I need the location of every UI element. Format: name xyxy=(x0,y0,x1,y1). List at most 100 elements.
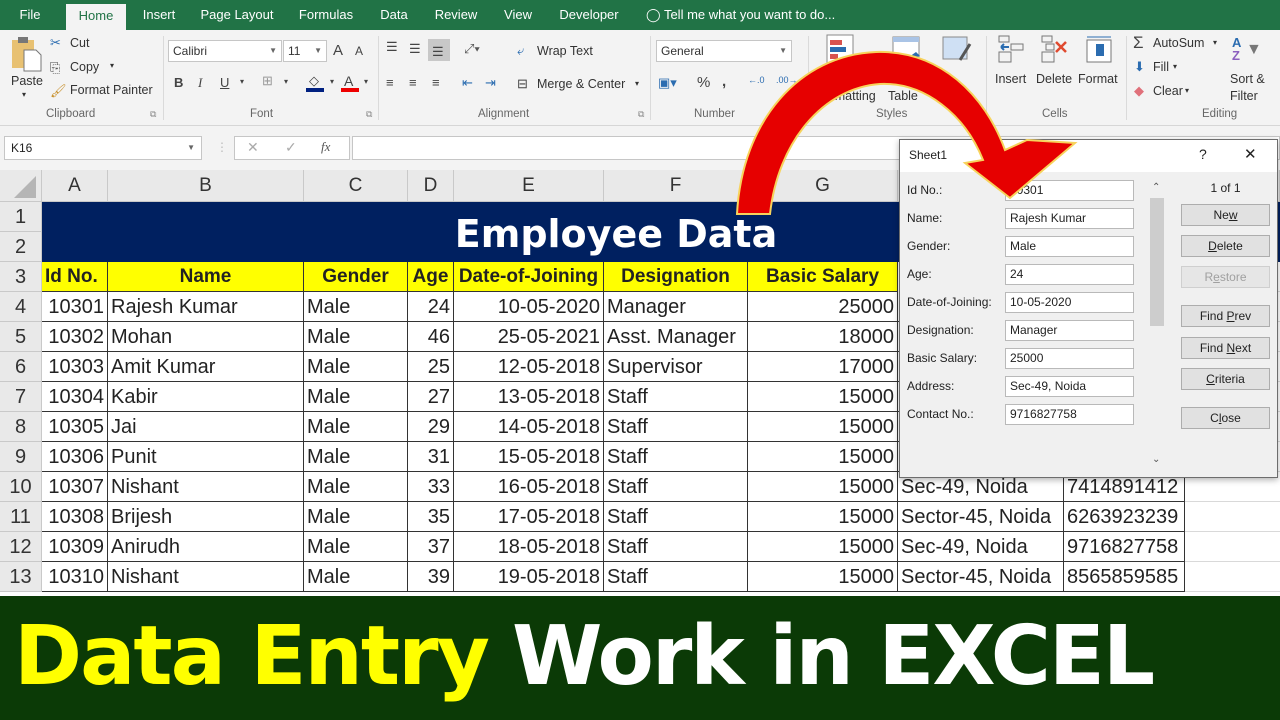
table-cell[interactable]: Kabir xyxy=(108,382,304,412)
dialog-launcher-icon[interactable]: ⧉ xyxy=(150,110,156,119)
insert-function-icon[interactable]: fx xyxy=(321,139,330,155)
chevron-down-icon[interactable]: ▾ xyxy=(284,78,288,86)
table-cell[interactable]: 9716827758 xyxy=(1064,532,1185,562)
borders-icon[interactable]: ⊞ xyxy=(262,74,273,87)
row-header-3[interactable]: 3 xyxy=(0,262,42,292)
table-cell[interactable]: Nishant xyxy=(108,472,304,502)
find-next-button[interactable]: Find Next xyxy=(1181,337,1270,359)
table-cell[interactable]: 16-05-2018 xyxy=(454,472,604,502)
help-button[interactable]: ? xyxy=(1199,146,1207,162)
restore-button[interactable]: Restore xyxy=(1181,266,1270,288)
align-middle-icon[interactable]: ☰ xyxy=(409,42,421,55)
row-header-11[interactable]: 11 xyxy=(0,502,42,532)
table-cell[interactable]: 14-05-2018 xyxy=(454,412,604,442)
chevron-down-icon[interactable]: ▾ xyxy=(240,78,244,86)
table-cell[interactable]: Sector-45, Noida xyxy=(898,562,1064,592)
grow-font-icon[interactable]: A xyxy=(333,43,343,58)
table-cell[interactable]: 46 xyxy=(408,322,454,352)
table-cell[interactable]: 31 xyxy=(408,442,454,472)
table-cell[interactable]: Male xyxy=(304,502,408,532)
tab-data[interactable]: Data xyxy=(374,0,414,30)
decrease-indent-icon[interactable]: ⇤ xyxy=(462,76,473,89)
increase-decimal-icon[interactable]: ←.0 xyxy=(748,76,765,85)
paste-button[interactable]: Paste ▾ xyxy=(8,34,46,100)
header-cell[interactable]: Basic Salary xyxy=(748,262,898,292)
row-header-1[interactable]: 1 xyxy=(0,202,42,232)
cut-button[interactable]: ✂ Cut xyxy=(50,35,110,53)
field-input[interactable]: 10301 xyxy=(1005,180,1134,201)
table-cell[interactable]: 29 xyxy=(408,412,454,442)
field-input[interactable]: 24 xyxy=(1005,264,1134,285)
table-cell[interactable]: 15000 xyxy=(748,562,898,592)
conditional-formatting-button[interactable]: Conditional Formatting xyxy=(812,34,879,104)
table-cell[interactable]: Nishant xyxy=(108,562,304,592)
table-cell[interactable]: 10305 xyxy=(42,412,108,442)
table-cell[interactable]: 33 xyxy=(408,472,454,502)
format-painter-button[interactable]: 🖌 Format Painter xyxy=(50,82,160,100)
comma-style-button[interactable]: , xyxy=(722,74,726,89)
field-input[interactable]: Male xyxy=(1005,236,1134,257)
format-cells-button[interactable]: Format xyxy=(1078,34,1122,104)
table-cell[interactable]: Staff xyxy=(604,442,748,472)
italic-button[interactable]: I xyxy=(198,76,202,89)
select-all-corner[interactable] xyxy=(0,170,42,202)
autosum-button[interactable]: Σ AutoSum ▾ xyxy=(1133,34,1223,52)
header-cell[interactable]: Name xyxy=(108,262,304,292)
scroll-up-icon[interactable]: ⌃ xyxy=(1152,182,1160,193)
table-cell[interactable]: Sec-49, Noida xyxy=(898,532,1064,562)
table-cell[interactable]: Male xyxy=(304,562,408,592)
column-header-c[interactable]: C xyxy=(304,170,408,202)
tab-view[interactable]: View xyxy=(498,0,538,30)
merge-center-button[interactable]: ⊟ Merge & Center ▾ xyxy=(517,75,647,93)
table-cell[interactable]: Staff xyxy=(604,532,748,562)
row-header-7[interactable]: 7 xyxy=(0,382,42,412)
cell-styles-button[interactable]: Styles xyxy=(938,34,978,104)
table-cell[interactable]: 25-05-2021 xyxy=(454,322,604,352)
drag-handle-icon[interactable]: ⋮ xyxy=(216,140,228,154)
orientation-icon[interactable]: ⤢▾ xyxy=(464,42,480,55)
table-cell[interactable]: Staff xyxy=(604,562,748,592)
table-cell[interactable]: Male xyxy=(304,322,408,352)
column-header-f[interactable]: F xyxy=(604,170,748,202)
table-cell[interactable]: 27 xyxy=(408,382,454,412)
tab-review[interactable]: Review xyxy=(428,0,484,30)
enter-icon[interactable]: ✓ xyxy=(285,139,297,156)
table-cell[interactable]: Mohan xyxy=(108,322,304,352)
table-cell[interactable]: 10-05-2020 xyxy=(454,292,604,322)
insert-cells-button[interactable]: Insert xyxy=(993,34,1029,104)
underline-button[interactable]: U xyxy=(220,76,229,89)
tab-home[interactable]: Home xyxy=(66,4,126,30)
table-cell[interactable]: Male xyxy=(304,292,408,322)
scroll-down-icon[interactable]: ⌄ xyxy=(1152,454,1160,465)
table-cell[interactable]: Amit Kumar xyxy=(108,352,304,382)
row-header-6[interactable]: 6 xyxy=(0,352,42,382)
field-input[interactable]: 10-05-2020 xyxy=(1005,292,1134,313)
field-input[interactable]: Rajesh Kumar xyxy=(1005,208,1134,229)
table-cell[interactable]: 10304 xyxy=(42,382,108,412)
table-cell[interactable]: 35 xyxy=(408,502,454,532)
field-input[interactable]: 9716827758 xyxy=(1005,404,1134,425)
close-icon[interactable]: ✕ xyxy=(1244,145,1257,163)
header-cell[interactable]: Id No. xyxy=(42,262,108,292)
row-header-4[interactable]: 4 xyxy=(0,292,42,322)
find-prev-button[interactable]: Find Prev xyxy=(1181,305,1270,327)
table-cell[interactable]: 10303 xyxy=(42,352,108,382)
table-cell[interactable]: Anirudh xyxy=(108,532,304,562)
table-cell[interactable]: 19-05-2018 xyxy=(454,562,604,592)
decrease-decimal-icon[interactable]: .00→ xyxy=(776,76,798,85)
align-center-icon[interactable]: ≡ xyxy=(409,76,417,89)
cancel-icon[interactable]: ✕ xyxy=(247,139,259,156)
header-cell[interactable]: Date-of-Joining xyxy=(454,262,604,292)
table-cell[interactable]: Male xyxy=(304,382,408,412)
table-cell[interactable]: 10309 xyxy=(42,532,108,562)
table-cell[interactable]: 15-05-2018 xyxy=(454,442,604,472)
field-input[interactable]: Manager xyxy=(1005,320,1134,341)
table-cell[interactable]: Male xyxy=(304,442,408,472)
table-cell[interactable]: 17000 xyxy=(748,352,898,382)
delete-button[interactable]: Delete xyxy=(1181,235,1270,257)
table-cell[interactable]: 13-05-2018 xyxy=(454,382,604,412)
table-cell[interactable]: 15000 xyxy=(748,532,898,562)
align-bottom-icon[interactable]: ☰ xyxy=(428,39,450,61)
name-box[interactable]: K16 ▼ xyxy=(4,136,202,160)
font-size-select[interactable]: 11 ▼ xyxy=(283,40,327,62)
